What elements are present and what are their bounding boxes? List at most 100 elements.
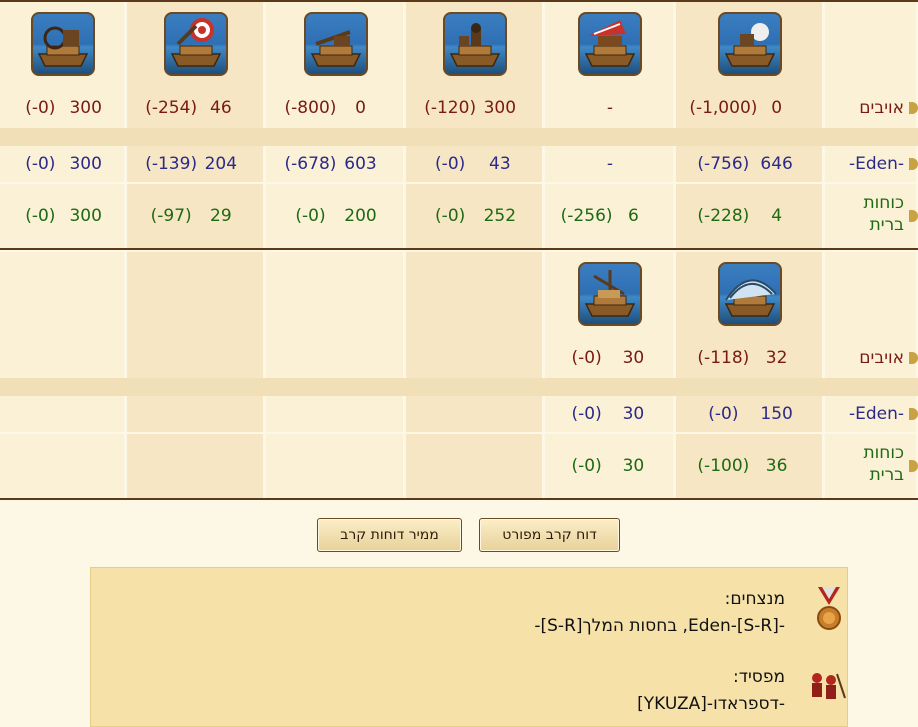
unit-losses: (-0) [295,206,326,226]
ship-ram-icon [578,12,642,76]
row-marker-icon [909,460,918,472]
ship-mortar-icon [443,12,507,76]
unit-losses: (-139) [145,154,198,174]
table-cell [676,396,822,432]
battle2-row-allies: כוחות ברית 36 (-100) 30 (-0) [0,434,918,498]
table-cell [0,396,124,432]
battle1-row-allies: כוחות ברית 4 (-228) 6 (-256) 252 (-0) 200 (-0) 29… [0,184,918,248]
unit-count: 300 [69,98,102,118]
ship-paddle-wheel-icon [718,262,782,326]
table-cell [0,146,124,182]
row-label: אויבים [859,98,904,118]
row-marker-icon [909,408,918,420]
ship-ballista-icon [303,12,368,76]
row-label: אויבים [859,348,904,368]
unit-count: 252 [483,206,517,226]
unit-losses: (-0) [571,456,602,476]
battle2-bottom-border [0,498,918,500]
unit-losses: (-0) [708,404,739,424]
row-label: כוחות ברית [863,443,904,485]
table-cell [0,434,124,498]
winners-text: -Eden-[S-R], בחסות המלך[S-R]- [534,616,785,636]
table-cell [0,88,124,128]
result-panel: מנצחים: -Eden-[S-R], בחסות המלך[S-R]- מפ… [90,567,848,727]
battle2-unit-header [0,252,918,338]
battle2-row-player: -Eden- 150 (-0) 30 (-0) [0,396,918,432]
unit-count: 0 [355,98,366,118]
detailed-report-button[interactable]: דוח קרב מפורט [479,518,620,552]
battle1-header-cell [825,2,916,88]
unit-losses: (-0) [571,348,602,368]
unit-count: 30 [622,404,645,424]
unit-count: 30 [622,348,645,368]
row-marker-icon [909,102,918,114]
unit-count: 646 [760,154,793,174]
unit-count: 200 [344,206,377,226]
row-label: כוחות ברית [863,193,904,235]
battle2-header-cell [406,252,542,338]
table-cell [127,338,263,378]
unit-count: 300 [483,98,517,118]
table-cell [0,184,124,248]
loser-text: -דספראדו-[YKUZA] [637,694,785,714]
unit-losses: (-678) [284,154,337,174]
table-cell [406,396,542,432]
table-cell [406,184,542,248]
unit-count: 204 [204,154,238,174]
report-converter-button[interactable]: ממיר דוחות קרב [317,518,462,552]
battle2-header-cell [0,252,124,338]
table-cell [266,396,403,432]
row-label: -Eden- [848,154,904,174]
battle1-row-player: -Eden- 646 (-756) - 43 (-0) 603 (-678) 204 (-139)… [0,146,918,182]
winners-title: מנצחים: [724,589,785,609]
table-cell [266,338,403,378]
row-marker-icon [909,210,918,222]
unit-losses: (-0) [435,154,466,174]
unit-losses: (-800) [284,98,337,118]
unit-count: 150 [760,404,793,424]
unit-losses: (-100) [697,456,750,476]
row-label: -Eden- [848,404,904,424]
unit-count: - [606,98,614,118]
unit-losses: (-1,000) [689,98,758,118]
unit-count: 4 [771,206,783,226]
unit-count: 300 [69,154,102,174]
unit-losses: (-118) [697,348,750,368]
unit-count: 43 [489,154,511,174]
unit-losses: (-0) [435,206,466,226]
unit-losses: (-0) [25,206,56,226]
battle1-row-enemies: אויבים 0 (-1,000) - 300 (-120) 0 (-800) 46 (-254)… [0,88,918,128]
unit-count: 603 [344,154,377,174]
battle2-row-enemies: אויבים 32 (-118) 30 (-0) [0,338,918,378]
battle1-section: אויבים 0 (-1,000) -300 (-120) 0 (-800) 46 (-254)… [0,2,918,252]
unit-count: 46 [210,98,232,118]
table-cell [406,338,542,378]
ship-diving-boat-icon [578,262,642,326]
table-cell [545,434,673,498]
unit-count: 30 [622,456,645,476]
table-cell [127,434,263,498]
battle2-header-cell [825,252,916,338]
battle2-header-cell [266,252,403,338]
table-cell [127,396,263,432]
unit-count: 29 [210,206,232,226]
unit-losses: (-256) [560,206,613,226]
medal-icon [817,587,841,630]
unit-losses: (-228) [697,206,750,226]
table-cell [127,184,263,248]
unit-count: 0 [771,98,783,118]
loser-title: מפסיד: [732,667,785,687]
unit-losses: (-0) [25,154,56,174]
table-cell [406,434,542,498]
ship-steam-ram-icon [31,12,95,76]
battle2-section: אויבים 32 (-118) 30 (-0) -Eden- 150 (-0) 30 (-0) כ… [0,252,918,502]
table-cell [266,184,403,248]
row-marker-icon [909,158,918,170]
table-cell [545,338,673,378]
battle1-unit-header [0,2,918,88]
battle2-header-cell [127,252,263,338]
table-cell [0,338,124,378]
table-cell [545,396,673,432]
battle2-divider-band [0,378,918,396]
unit-count: 300 [69,206,102,226]
